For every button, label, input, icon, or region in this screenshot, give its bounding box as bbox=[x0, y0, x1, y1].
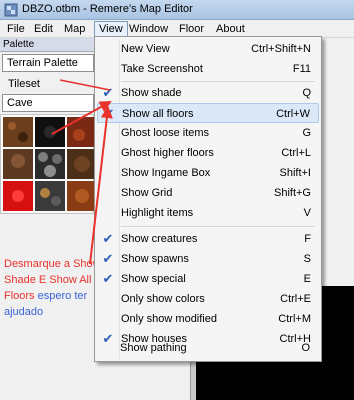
arrow-icon bbox=[89, 106, 113, 265]
arrow-icon bbox=[59, 79, 111, 91]
arrow-icon bbox=[51, 101, 112, 135]
annotation-arrows bbox=[51, 79, 113, 265]
